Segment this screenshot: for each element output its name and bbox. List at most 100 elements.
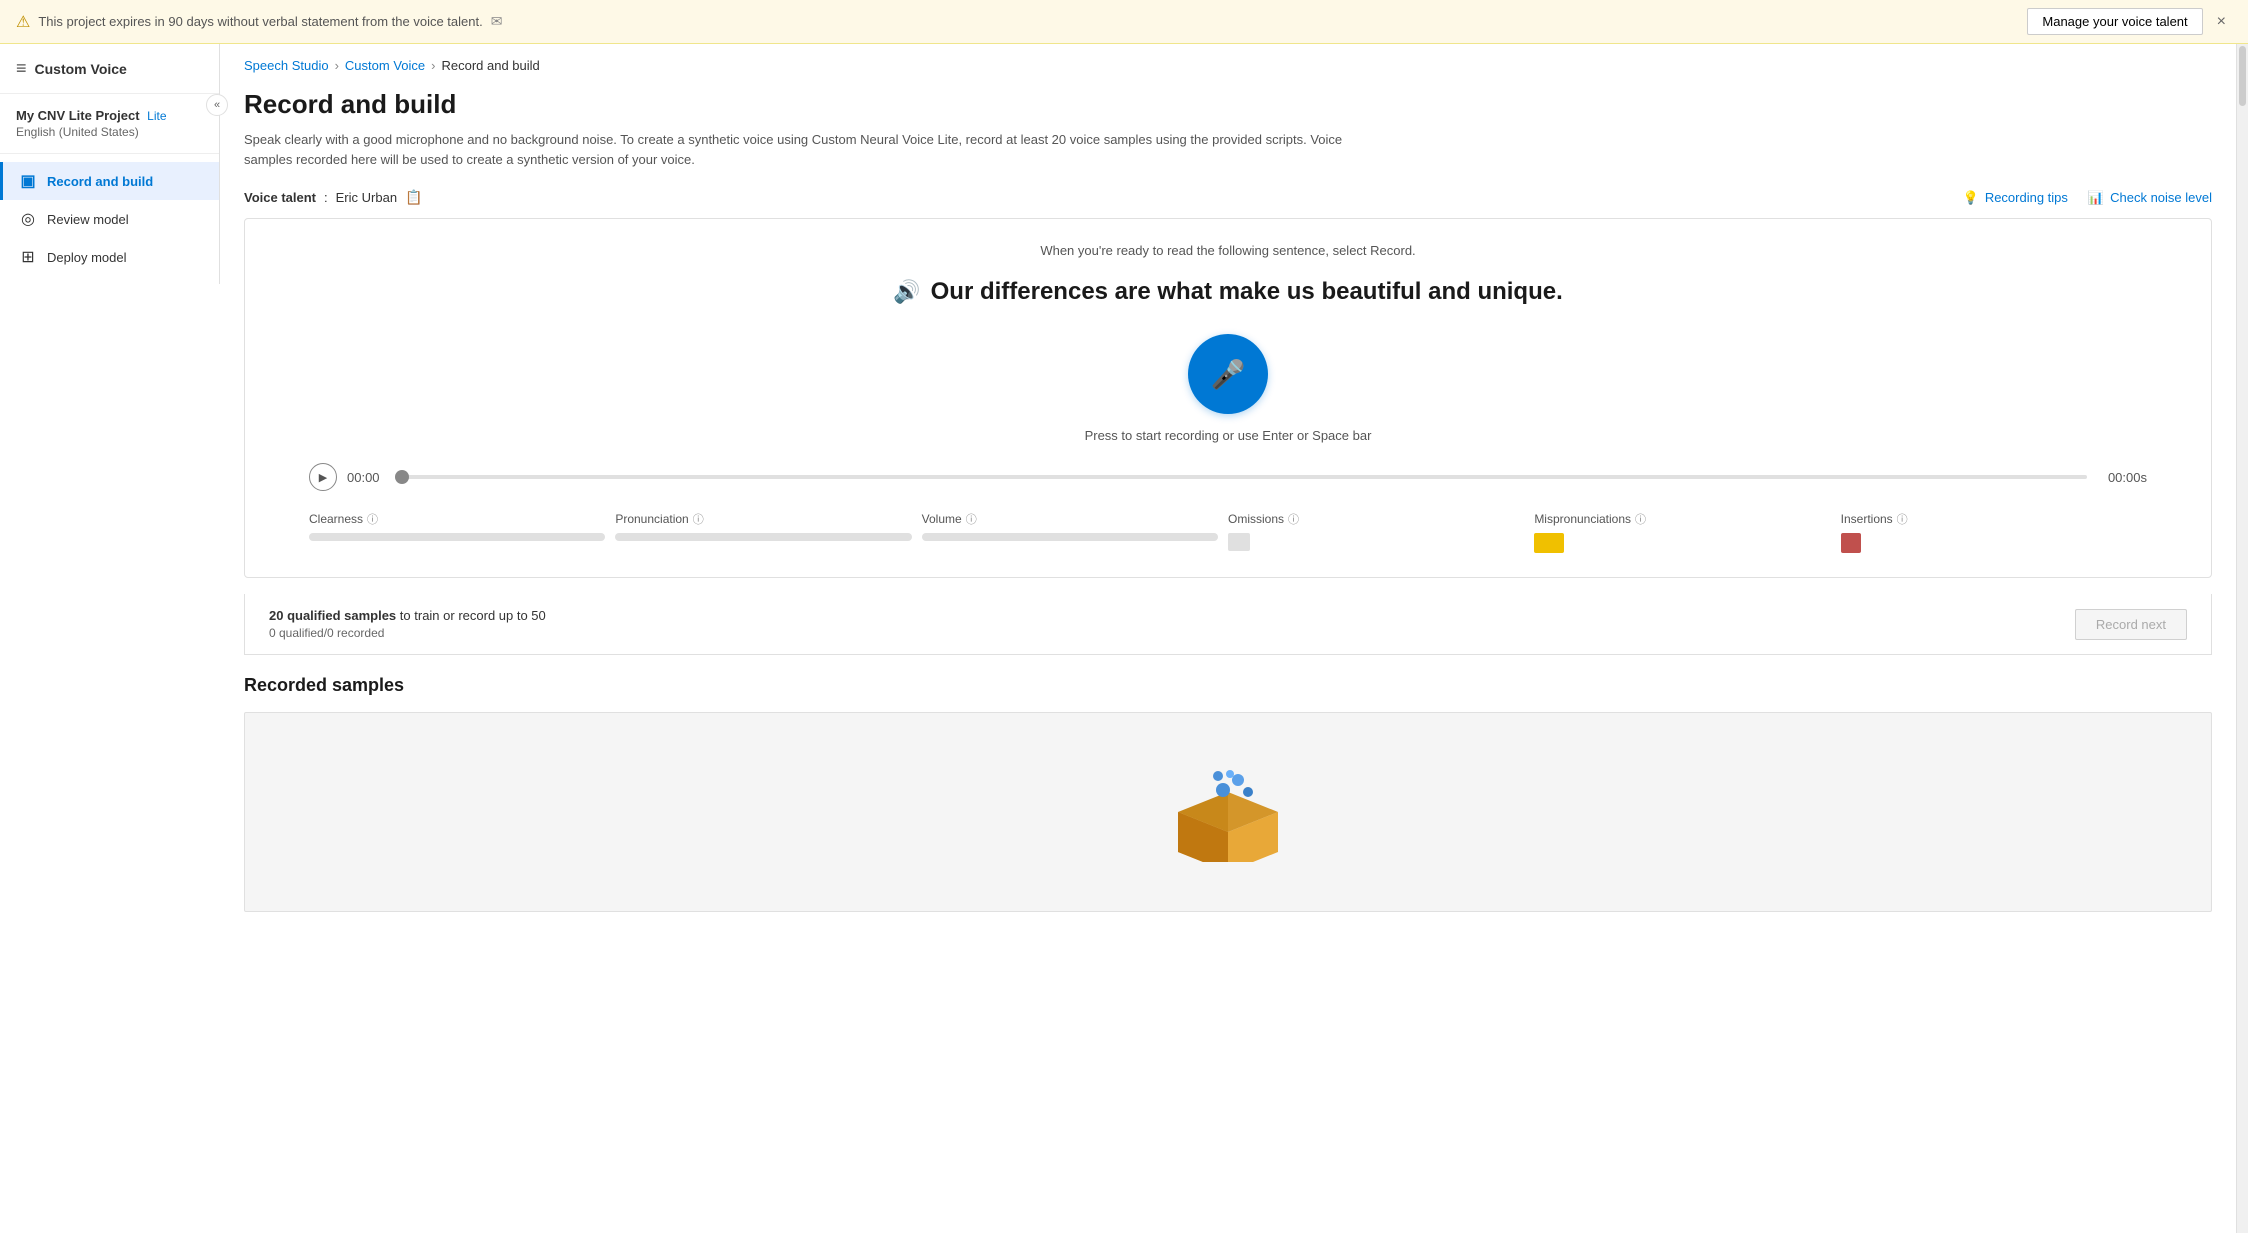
qualified-sub: 0 qualified/0 recorded bbox=[269, 626, 546, 640]
metric-omissions: Omissions ⓘ bbox=[1228, 511, 1534, 553]
omissions-label: Omissions ⓘ bbox=[1228, 511, 1524, 527]
qualified-info: 20 qualified samples to train or record … bbox=[269, 608, 546, 640]
sidebar-project: My CNV Lite Project Lite English (United… bbox=[0, 94, 219, 154]
main-content: Speech Studio › Custom Voice › Record an… bbox=[220, 44, 2236, 1233]
pronunciation-info-icon[interactable]: ⓘ bbox=[693, 511, 704, 527]
project-name: My CNV Lite Project Lite bbox=[16, 108, 203, 123]
mispronunciations-label-text: Mispronunciations bbox=[1534, 512, 1631, 526]
app-body: « ≡ Custom Voice My CNV Lite Project Lit… bbox=[0, 44, 2248, 1233]
pronunciation-label: Pronunciation ⓘ bbox=[615, 511, 911, 527]
audio-player: ▶ 00:00 00:00s bbox=[269, 463, 2187, 491]
clearness-label: Clearness ⓘ bbox=[309, 511, 605, 527]
check-noise-button[interactable]: 📊 Check noise level bbox=[2088, 190, 2212, 206]
play-button[interactable]: ▶ bbox=[309, 463, 337, 491]
page-description: Speak clearly with a good microphone and… bbox=[244, 130, 1344, 169]
voice-talent-actions: 💡 Recording tips 📊 Check noise level bbox=[1963, 190, 2212, 206]
recording-instruction: When you're ready to read the following … bbox=[269, 243, 2187, 258]
sidebar-item-record-and-build[interactable]: ▣ Record and build bbox=[0, 162, 219, 200]
qualified-suffix: to train or record up to 50 bbox=[400, 608, 546, 623]
audio-time-start: 00:00 bbox=[347, 470, 385, 485]
notification-bar: ⚠ This project expires in 90 days withou… bbox=[0, 0, 2248, 44]
clearness-label-text: Clearness bbox=[309, 512, 363, 526]
sidebar-wrapper: « ≡ Custom Voice My CNV Lite Project Lit… bbox=[0, 44, 220, 1233]
recorded-section: Recorded samples bbox=[220, 655, 2236, 912]
chart-icon: 📊 bbox=[2088, 190, 2104, 206]
notification-actions: Manage your voice talent × bbox=[2027, 8, 2232, 35]
sentence-text: Our differences are what make us beautif… bbox=[931, 278, 1563, 306]
voice-talent-info: Voice talent : Eric Urban 📋 bbox=[244, 189, 423, 206]
qualified-text: 20 qualified samples to train or record … bbox=[269, 608, 546, 623]
volume-info-icon[interactable]: ⓘ bbox=[966, 511, 977, 527]
play-icon: ▶ bbox=[319, 471, 327, 484]
recorded-samples-title: Recorded samples bbox=[244, 675, 2212, 696]
metric-insertions: Insertions ⓘ bbox=[1841, 511, 2147, 553]
volume-label-text: Volume bbox=[922, 512, 962, 526]
page-title: Record and build bbox=[244, 89, 2212, 120]
metrics-row: Clearness ⓘ Pronunciation ⓘ Volume ⓘ bbox=[269, 511, 2187, 553]
recording-card: When you're ready to read the following … bbox=[244, 218, 2212, 578]
record-nav-label: Record and build bbox=[47, 174, 153, 189]
mispronunciations-info-icon[interactable]: ⓘ bbox=[1635, 511, 1646, 527]
mic-hint-text: Press to start recording or use Enter or… bbox=[1085, 428, 1372, 443]
insertions-label: Insertions ⓘ bbox=[1841, 511, 2137, 527]
omissions-info-icon[interactable]: ⓘ bbox=[1288, 511, 1299, 527]
omissions-bar bbox=[1228, 533, 1250, 551]
email-icon: ✉ bbox=[491, 13, 503, 30]
mispronunciations-label: Mispronunciations ⓘ bbox=[1534, 511, 1830, 527]
recording-tips-button[interactable]: 💡 Recording tips bbox=[1963, 190, 2068, 206]
metric-volume: Volume ⓘ bbox=[922, 511, 1228, 553]
sidebar-item-deploy-model[interactable]: ⊞ Deploy model bbox=[0, 238, 219, 276]
volume-bar bbox=[922, 533, 1218, 541]
audio-progress-thumb bbox=[395, 470, 409, 484]
voice-talent-colon: : bbox=[324, 190, 328, 205]
lite-badge: Lite bbox=[147, 109, 166, 123]
metric-mispronunciations: Mispronunciations ⓘ bbox=[1534, 511, 1840, 553]
scrollbar-thumb[interactable] bbox=[2239, 46, 2246, 106]
clearness-info-icon[interactable]: ⓘ bbox=[367, 511, 378, 527]
mic-container: 🎤 Press to start recording or use Enter … bbox=[269, 334, 2187, 443]
scrollbar[interactable] bbox=[2236, 44, 2248, 1233]
clearness-bar bbox=[309, 533, 605, 541]
notification-text: This project expires in 90 days without … bbox=[38, 14, 482, 29]
audio-time-end: 00:00s bbox=[2097, 470, 2147, 485]
sidebar-header: ≡ Custom Voice bbox=[0, 44, 219, 94]
voice-talent-name: Eric Urban bbox=[336, 190, 397, 205]
pronunciation-label-text: Pronunciation bbox=[615, 512, 688, 526]
speaker-icon[interactable]: 🔊 bbox=[893, 279, 920, 305]
sidebar-item-review-model[interactable]: ◎ Review model bbox=[0, 200, 219, 238]
sidebar-nav: ▣ Record and build ◎ Review model ⊞ Depl… bbox=[0, 154, 219, 284]
breadcrumb-speech-studio[interactable]: Speech Studio bbox=[244, 58, 329, 73]
page-header: Record and build Speak clearly with a go… bbox=[220, 73, 2236, 181]
record-nav-icon: ▣ bbox=[19, 171, 37, 191]
sidebar-title: Custom Voice bbox=[35, 61, 127, 77]
manage-voice-button[interactable]: Manage your voice talent bbox=[2027, 8, 2202, 35]
breadcrumb-current: Record and build bbox=[441, 58, 539, 73]
deploy-nav-label: Deploy model bbox=[47, 250, 127, 265]
empty-box-svg bbox=[1168, 762, 1288, 862]
insertions-label-text: Insertions bbox=[1841, 512, 1893, 526]
sidebar-logo-icon: ≡ bbox=[16, 58, 27, 79]
empty-state-container bbox=[244, 712, 2212, 912]
notification-close-button[interactable]: × bbox=[2211, 11, 2232, 33]
sidebar-collapse-button[interactable]: « bbox=[206, 94, 228, 116]
sidebar: ≡ Custom Voice My CNV Lite Project Lite … bbox=[0, 44, 220, 284]
insertions-info-icon[interactable]: ⓘ bbox=[1897, 511, 1908, 527]
breadcrumb-custom-voice[interactable]: Custom Voice bbox=[345, 58, 425, 73]
insertions-bar bbox=[1841, 533, 1861, 553]
record-next-button[interactable]: Record next bbox=[2075, 609, 2187, 640]
microphone-icon: 🎤 bbox=[1211, 358, 1246, 391]
recording-tips-label: Recording tips bbox=[1985, 190, 2068, 205]
qualified-count: 20 qualified samples bbox=[269, 608, 396, 623]
review-nav-label: Review model bbox=[47, 212, 129, 227]
project-language: English (United States) bbox=[16, 125, 203, 139]
check-noise-label: Check noise level bbox=[2110, 190, 2212, 205]
audio-progress-track[interactable] bbox=[395, 475, 2087, 479]
omissions-label-text: Omissions bbox=[1228, 512, 1284, 526]
box-illustration bbox=[1168, 762, 1288, 862]
pronunciation-bar bbox=[615, 533, 911, 541]
metric-pronunciation: Pronunciation ⓘ bbox=[615, 511, 921, 553]
metric-clearness: Clearness ⓘ bbox=[309, 511, 615, 553]
record-mic-button[interactable]: 🎤 bbox=[1188, 334, 1268, 414]
copy-icon[interactable]: 📋 bbox=[405, 189, 422, 206]
recording-sentence: 🔊 Our differences are what make us beaut… bbox=[269, 278, 2187, 306]
